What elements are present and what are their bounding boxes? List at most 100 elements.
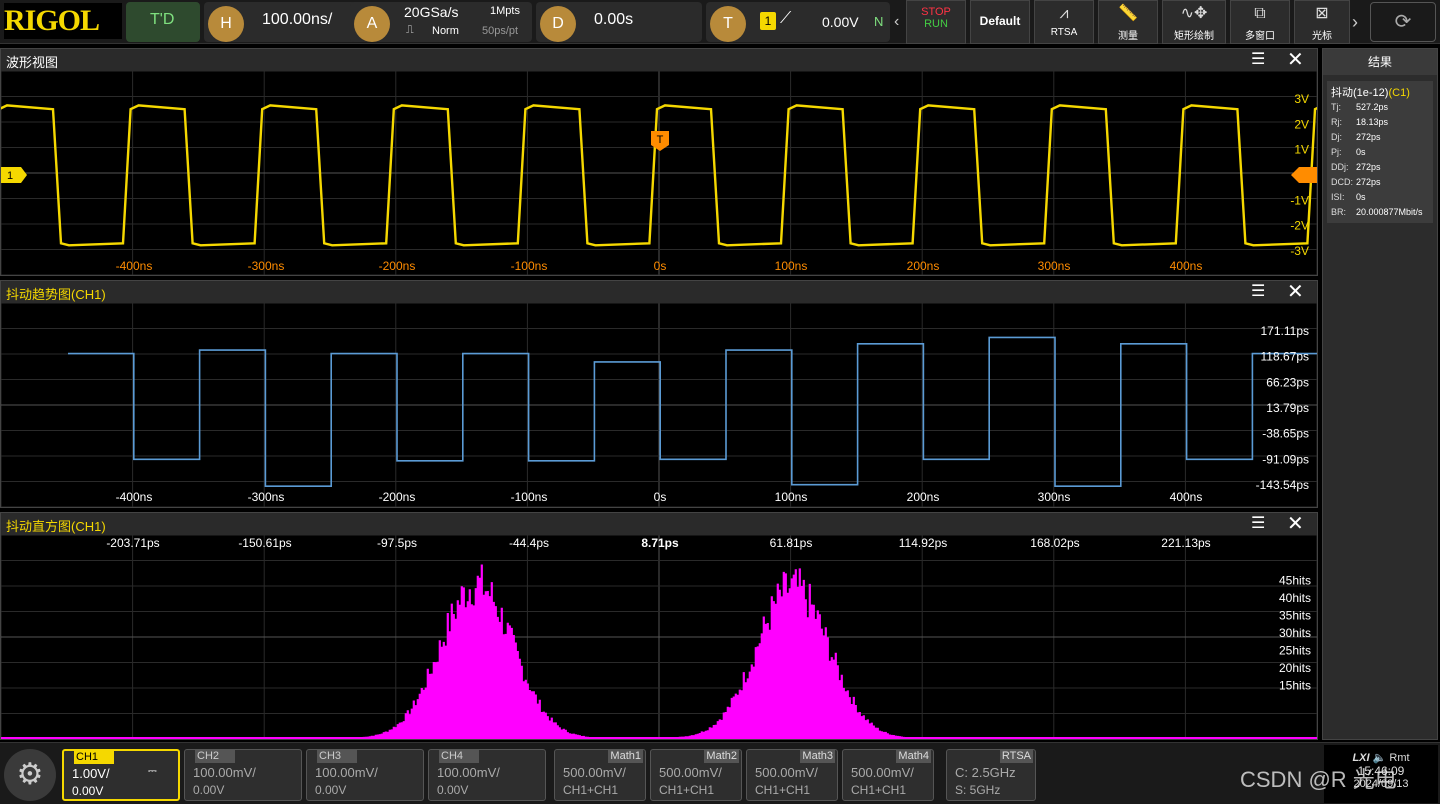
stop-run-button[interactable]: STOP RUN	[906, 0, 966, 44]
math2-source: CH1+CH1	[659, 783, 715, 797]
results-panel: 结果 抖动(1e-12)(C1) Tj: 527.2ps Rj: 18.13ps Dj:…	[1322, 48, 1438, 740]
rect-draw-label: 矩形绘制	[1174, 31, 1214, 42]
x-tick-label: -97.5ps	[377, 536, 417, 550]
waveform-plot[interactable]: 3V2V1V0V-1V-2V-3V-400ns-300ns-200ns-100n…	[1, 71, 1317, 275]
x-tick-label: 221.13ps	[1161, 536, 1210, 550]
td-button[interactable]: T'D	[126, 2, 200, 42]
y-tick-label: 13.79ps	[1266, 401, 1309, 415]
math1-box[interactable]: Math1 500.00mV/ CH1+CH1	[554, 749, 646, 801]
jitter-trend-trace	[68, 336, 1317, 487]
ch4-scale: 100.00mV/	[437, 765, 500, 780]
math3-scale: 500.00mV/	[755, 765, 818, 780]
ch2-box[interactable]: CH2 100.00mV/ 0.00V	[184, 749, 302, 801]
math3-box[interactable]: Math3 500.00mV/ CH1+CH1	[746, 749, 838, 801]
ch1-marker-label: 1	[7, 170, 13, 182]
waveform-panel-title: 波形视图	[6, 55, 59, 70]
ch4-box[interactable]: CH4 100.00mV/ 0.00V	[428, 749, 546, 801]
result-key: DCD:	[1331, 177, 1353, 187]
x-tick-label: -200ns	[379, 490, 416, 504]
x-tick-label: 300ns	[1038, 259, 1071, 273]
rtsa-box[interactable]: RTSA C: 2.5GHz S: 5GHz	[946, 749, 1036, 801]
math3-label: Math3	[800, 749, 835, 763]
x-tick-label: -300ns	[248, 259, 285, 273]
chevron-left-icon[interactable]: ‹	[894, 0, 904, 44]
result-row: DCD: 272ps	[1331, 175, 1429, 190]
csdn-watermark: CSDN @R 光电	[1240, 767, 1397, 792]
cursor-button[interactable]: ⊠ 光标	[1294, 0, 1350, 44]
x-tick-label: 300ns	[1038, 490, 1071, 504]
menu-icon[interactable]: ☰	[1251, 51, 1271, 69]
waveform-panel: 波形视图 ☰ ✕ 3V2V1V0V-1V-2V-3V-400ns-300ns-2…	[0, 48, 1318, 276]
gear-icon[interactable]: ⚙	[4, 749, 56, 801]
trigger-source: 1	[760, 12, 776, 30]
result-value: 272ps	[1356, 162, 1381, 172]
memory-depth: 1Mpts	[490, 5, 520, 17]
x-tick-label: -300ns	[248, 490, 285, 504]
rtsa-label: RTSA	[1050, 27, 1078, 38]
x-tick-label: 400ns	[1170, 259, 1203, 273]
result-row: DDj: 272ps	[1331, 160, 1429, 175]
result-row: Pj: 0s	[1331, 145, 1429, 160]
x-tick-label: -150.61ps	[238, 536, 291, 550]
ch1-offset: 0.00V	[72, 784, 104, 798]
ch3-box[interactable]: CH3 100.00mV/ 0.00V	[306, 749, 424, 801]
run-label: RUN	[924, 18, 948, 30]
result-row: Tj: 527.2ps	[1331, 100, 1429, 115]
measure-label: 测量	[1118, 31, 1138, 42]
close-icon[interactable]: ✕	[1287, 514, 1307, 534]
x-tick-label: 100ns	[775, 259, 808, 273]
measure-button[interactable]: 📏 测量	[1098, 0, 1158, 44]
close-icon[interactable]: ✕	[1287, 50, 1307, 70]
acquire-section[interactable]: A 20GSa/s ⎍ Norm 1Mpts 50ps/pt	[350, 2, 532, 42]
x-tick-label: -203.71ps	[106, 536, 159, 550]
cursor-label: 光标	[1312, 31, 1332, 42]
delay-button[interactable]: D	[540, 6, 576, 42]
result-row: ISI: 0s	[1331, 190, 1429, 205]
acquire-button[interactable]: A	[354, 6, 390, 42]
ch2-label: CH2	[195, 749, 235, 763]
menu-icon[interactable]: ☰	[1251, 283, 1271, 301]
histogram-plot[interactable]: -203.71ps -150.61ps -97.5ps -44.4ps 8.71ps 61…	[1, 535, 1317, 739]
y-tick-label: -3V	[1290, 244, 1309, 258]
math2-box[interactable]: Math2 500.00mV/ CH1+CH1	[650, 749, 742, 801]
ch1-scale: 1.00V/	[72, 766, 110, 781]
trigger-section[interactable]: T 1 ⟋ 0.00V N	[706, 2, 890, 42]
math2-label: Math2	[704, 749, 739, 763]
default-button[interactable]: Default	[970, 0, 1030, 44]
x-tick-label: -100ns	[511, 490, 548, 504]
multi-window-label: 多窗口	[1245, 31, 1275, 42]
per-point: 50ps/pt	[482, 25, 519, 37]
refresh-icon[interactable]: ⟳	[1370, 2, 1436, 42]
result-key: BR:	[1331, 207, 1347, 217]
delay-section[interactable]: D 0.00s	[536, 2, 702, 42]
y-tick-label: 171.11ps	[1261, 324, 1310, 338]
trend-plot[interactable]: 171.11ps 118.67ps 66.23ps 13.79ps -38.65ps -9…	[1, 303, 1317, 507]
math4-box[interactable]: Math4 500.00mV/ CH1+CH1	[842, 749, 934, 801]
result-value: 272ps	[1356, 132, 1381, 142]
result-value: 0s	[1356, 192, 1366, 202]
math4-label: Math4	[896, 749, 931, 763]
chevron-right-icon[interactable]: ›	[1352, 0, 1364, 44]
y-tick-label: 25hits	[1279, 644, 1311, 658]
bottom-channel-bar: ⚙ CH1 1.00V/ 0.00V ⎓ CH2 100.00mV/ 0.00V…	[0, 742, 1440, 804]
rtsa-button[interactable]: ⩘ RTSA	[1034, 0, 1094, 44]
menu-icon[interactable]: ☰	[1251, 515, 1271, 533]
horizontal-button[interactable]: H	[208, 6, 244, 42]
horizontal-section[interactable]: H 100.00ns/	[204, 2, 366, 42]
math2-scale: 500.00mV/	[659, 765, 722, 780]
x-tick-label: 200ns	[907, 490, 940, 504]
y-tick-label: 2V	[1294, 117, 1309, 131]
result-value: 272ps	[1356, 177, 1381, 187]
result-key: Tj:	[1331, 102, 1341, 112]
rect-draw-button[interactable]: ∿✥ 矩形绘制	[1162, 0, 1226, 44]
result-key: Rj:	[1331, 117, 1342, 127]
top-toolbar: RIGOL T'D H 100.00ns/ A 20GSa/s ⎍ Norm 1…	[0, 0, 1440, 44]
y-tick-label: 30hits	[1279, 626, 1311, 640]
ch1-box[interactable]: CH1 1.00V/ 0.00V ⎓	[62, 749, 180, 801]
jitter-result-box[interactable]: 抖动(1e-12)(C1) Tj: 527.2ps Rj: 18.13ps Dj: 272…	[1327, 81, 1433, 223]
multi-window-button[interactable]: ⧉ 多窗口	[1230, 0, 1290, 44]
histogram-lobe-right	[676, 568, 909, 738]
close-icon[interactable]: ✕	[1287, 282, 1307, 302]
y-tick-label: 3V	[1294, 92, 1309, 106]
trigger-button[interactable]: T	[710, 6, 746, 42]
